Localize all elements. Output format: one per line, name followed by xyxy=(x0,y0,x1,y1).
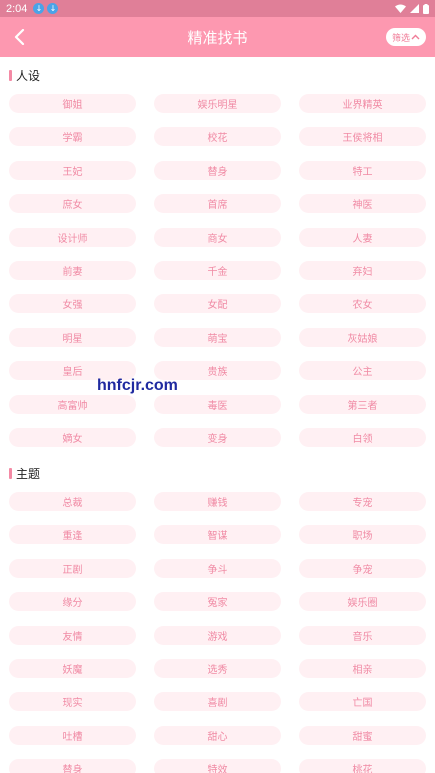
section-accent-bar xyxy=(9,467,12,479)
download-notification-icon-2: ↓ xyxy=(47,3,59,14)
tag-chip[interactable]: 职场 xyxy=(299,525,426,545)
status-time: 2:04 xyxy=(6,2,28,15)
tag-chip[interactable]: 争斗 xyxy=(154,558,281,578)
persona-tag-grid: 御姐 娱乐明星 业界精英学霸 校花 王侯将相王妃 替身 特工庶女 首席 神医设计师 商女 人妻前妻千… xyxy=(9,94,426,447)
status-bar: 2:04 ↓ ↓ xyxy=(0,0,435,17)
tag-chip[interactable]: 总裁 xyxy=(9,492,136,511)
tag-chip[interactable]: 特效 xyxy=(154,759,281,773)
download-notification-icon: ↓ xyxy=(33,3,45,14)
tag-chip[interactable]: 娱乐明星 xyxy=(154,94,281,113)
tag-chip[interactable]: 高富帅 xyxy=(9,394,136,414)
tag-chip[interactable]: 千金 xyxy=(154,260,281,280)
tag-chip[interactable]: 变身 xyxy=(154,427,281,447)
status-icons xyxy=(395,3,429,14)
theme-tag-grid: 总裁 赚钱 专宠重逢 智谋 职场正剧 争斗 争宠缘分 冤家 娱乐圈友情 游戏 音乐妖魔 选秀 相亲现实喜… xyxy=(9,492,426,773)
chevron-up-icon xyxy=(411,34,420,40)
tag-chip[interactable]: 第三者 xyxy=(299,394,426,414)
watermark-text: hnfcjr.com xyxy=(97,377,178,394)
filter-label: 筛选 xyxy=(391,33,410,44)
tag-chip[interactable]: 替身 xyxy=(154,160,281,180)
tag-chip[interactable]: 首席 xyxy=(154,194,281,214)
section-header-theme: 主题 xyxy=(9,465,40,481)
signal-icon xyxy=(410,4,419,13)
tag-chip[interactable]: 公主 xyxy=(299,361,426,381)
tag-chip[interactable]: 游戏 xyxy=(154,625,281,645)
tag-chip[interactable]: 甜蜜 xyxy=(299,725,426,745)
tag-chip[interactable]: 现实 xyxy=(9,692,136,712)
app-bar: 精准找书 筛选 xyxy=(0,17,435,57)
tag-chip[interactable]: 白领 xyxy=(299,427,426,447)
tag-chip[interactable]: 明星 xyxy=(9,327,136,347)
tag-chip[interactable]: 女强 xyxy=(9,294,136,314)
tag-chip[interactable]: 神医 xyxy=(299,194,426,214)
tag-chip[interactable]: 庶女 xyxy=(9,194,136,214)
page-title: 精准找书 xyxy=(187,28,248,47)
tag-chip[interactable]: 缘分 xyxy=(9,592,136,612)
tag-chip[interactable]: 冤家 xyxy=(154,592,281,612)
tag-chip[interactable]: 桃花 xyxy=(299,759,426,773)
tag-chip[interactable]: 友情 xyxy=(9,625,136,645)
tag-chip[interactable]: 灰姑娘 xyxy=(299,327,426,347)
tag-chip[interactable]: 妖魔 xyxy=(9,658,136,678)
tag-chip[interactable]: 嫡女 xyxy=(9,427,136,447)
tag-chip[interactable]: 萌宝 xyxy=(154,327,281,347)
back-button[interactable] xyxy=(8,25,30,49)
tag-chip[interactable]: 选秀 xyxy=(154,658,281,678)
section-accent-bar xyxy=(9,69,12,81)
tag-chip[interactable]: 亡国 xyxy=(299,692,426,712)
tag-chip[interactable]: 女配 xyxy=(154,294,281,314)
tag-chip[interactable]: 毒医 xyxy=(154,394,281,414)
tag-chip[interactable]: 吐槽 xyxy=(9,725,136,745)
tag-chip[interactable]: 商女 xyxy=(154,227,281,247)
tag-chip[interactable]: 智谋 xyxy=(154,525,281,545)
battery-icon xyxy=(423,3,429,14)
tag-chip[interactable]: 王妃 xyxy=(9,160,136,180)
tag-chip[interactable]: 特工 xyxy=(299,160,426,180)
tag-chip[interactable]: 专宠 xyxy=(299,492,426,511)
tag-chip[interactable]: 甜心 xyxy=(154,725,281,745)
tag-chip[interactable]: 重逢 xyxy=(9,525,136,545)
wifi-icon xyxy=(395,4,406,13)
tag-chip[interactable]: 相亲 xyxy=(299,658,426,678)
tag-chip[interactable]: 人妻 xyxy=(299,227,426,247)
section-title: 人设 xyxy=(16,68,41,83)
tag-chip[interactable]: 业界精英 xyxy=(299,94,426,113)
filter-button[interactable]: 筛选 xyxy=(386,28,426,46)
tag-chip[interactable]: 喜剧 xyxy=(154,692,281,712)
section-title: 主题 xyxy=(16,466,41,481)
tag-chip[interactable]: 学霸 xyxy=(9,127,136,147)
tag-chip[interactable]: 农女 xyxy=(299,294,426,314)
chevron-left-icon xyxy=(14,29,25,45)
tag-chip[interactable]: 替身 xyxy=(9,759,136,773)
tag-chip[interactable]: 前妻 xyxy=(9,260,136,280)
tag-chip[interactable]: 设计师 xyxy=(9,227,136,247)
tag-chip[interactable]: 娱乐圈 xyxy=(299,592,426,612)
tag-chip[interactable]: 正剧 xyxy=(9,558,136,578)
tag-chip[interactable]: 校花 xyxy=(154,127,281,147)
section-header-persona: 人设 xyxy=(9,67,40,83)
tag-chip[interactable]: 赚钱 xyxy=(154,492,281,511)
tag-chip[interactable]: 音乐 xyxy=(299,625,426,645)
tag-chip[interactable]: 御姐 xyxy=(9,94,136,113)
tag-chip[interactable]: 争宠 xyxy=(299,558,426,578)
tag-chip[interactable]: 弃妇 xyxy=(299,260,426,280)
tag-chip[interactable]: 王侯将相 xyxy=(299,127,426,147)
